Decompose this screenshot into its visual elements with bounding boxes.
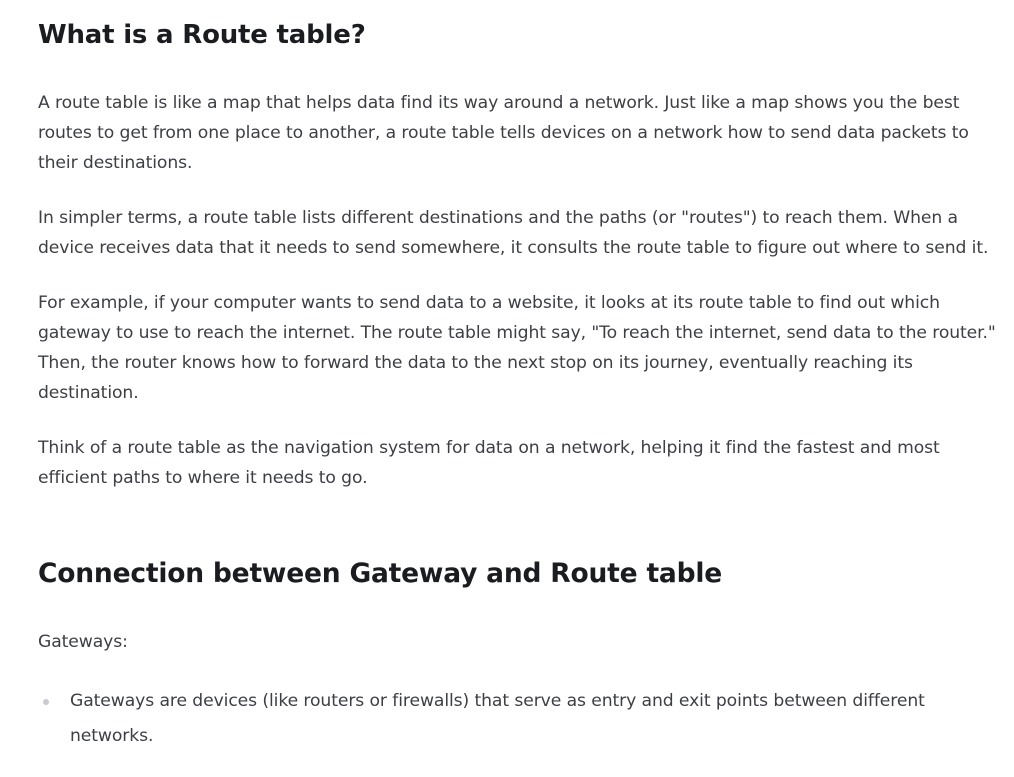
gateways-label: Gateways: <box>38 632 128 652</box>
paragraph-example: For example, if your computer wants to s… <box>38 293 996 403</box>
gateways-list: Gateways are devices (like routers or fi… <box>38 684 1002 754</box>
paragraph-simpler-terms: In simpler terms, a route table lists di… <box>38 208 989 258</box>
paragraph-route-table-definition: A route table is like a map that helps d… <box>38 93 969 173</box>
section-heading-route-table: What is a Route table? <box>38 20 366 50</box>
article-content: What is a Route table? A route table is … <box>0 0 1014 754</box>
paragraph-navigation-system: Think of a route table as the navigation… <box>38 438 940 488</box>
bullet-dot-icon <box>43 699 49 705</box>
list-item-text: Gateways are devices (like routers or fi… <box>70 691 925 746</box>
section-heading-gateway-connection: Connection between Gateway and Route tab… <box>38 558 723 589</box>
list-item: Gateways are devices (like routers or fi… <box>38 684 1002 754</box>
